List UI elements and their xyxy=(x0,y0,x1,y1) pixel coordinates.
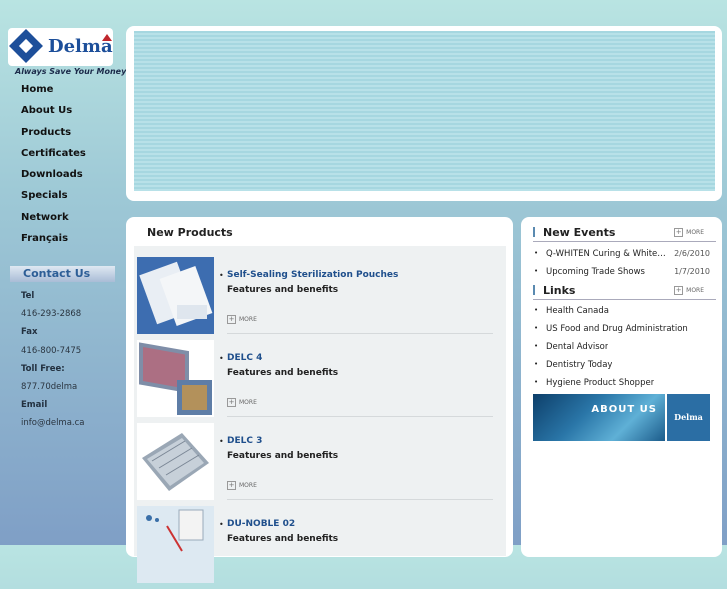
more-label: MORE xyxy=(239,316,257,323)
link-label[interactable]: Dental Advisor xyxy=(546,342,608,352)
tray-icon xyxy=(142,433,209,491)
product-item: • DU-NOBLE 02 Features and benefits xyxy=(134,506,506,589)
product-list: • Self-Sealing Sterilization Pouches Fea… xyxy=(134,246,506,583)
cassette-icon xyxy=(139,342,212,415)
link-item[interactable]: • Dentistry Today xyxy=(533,360,716,378)
contact-info: Tel 416-293-2868 Fax 416-800-7475 Toll F… xyxy=(21,291,85,437)
nav-network[interactable]: Network xyxy=(21,211,86,232)
hero-banner xyxy=(126,26,722,201)
nav-about-us[interactable]: About Us xyxy=(21,104,86,125)
tollfree-label: Toll Free: xyxy=(21,363,65,374)
nav-francais[interactable]: Français xyxy=(21,232,86,253)
bullet-icon: • xyxy=(534,342,539,350)
product-image[interactable] xyxy=(137,340,214,417)
tel-value: 416-293-2868 xyxy=(21,309,82,320)
events-more-button[interactable]: + MORE xyxy=(674,228,704,237)
tel-label: Tel xyxy=(21,291,35,301)
fax-label: Fax xyxy=(21,327,38,338)
main-nav: Home About Us Products Certificates Down… xyxy=(21,83,86,253)
tagline: Always Save Your Money xyxy=(15,67,127,76)
logo[interactable]: Delma xyxy=(8,28,113,66)
event-title[interactable]: Q-WHITEN Curing & Whitening... xyxy=(546,249,666,259)
more-button[interactable]: + MORE xyxy=(227,315,257,324)
bullet-icon: • xyxy=(534,324,539,332)
nav-products[interactable]: Products xyxy=(21,126,86,147)
new-products-title: New Products xyxy=(147,226,233,239)
plus-icon: + xyxy=(227,398,236,407)
more-label: MORE xyxy=(239,399,257,406)
bullet-icon: • xyxy=(534,267,539,275)
section-marker xyxy=(533,227,535,237)
contact-us-header: Contact Us xyxy=(10,266,115,282)
plus-icon: + xyxy=(674,286,684,295)
logo-mark-icon xyxy=(102,34,112,41)
link-label[interactable]: Hygiene Product Shopper xyxy=(546,378,654,388)
links-more-button[interactable]: + MORE xyxy=(674,286,704,295)
product-item: • DELC 4 Features and benefits + MORE xyxy=(134,340,506,423)
about-us-text: ABOUT US xyxy=(591,404,657,415)
link-label[interactable]: Health Canada xyxy=(546,306,609,316)
product-item: • Self-Sealing Sterilization Pouches Fea… xyxy=(134,257,506,340)
bullet-icon: • xyxy=(534,306,539,314)
product-name-link[interactable]: DELC 3 xyxy=(227,436,262,446)
plus-icon: + xyxy=(227,315,236,324)
plus-icon: + xyxy=(674,228,684,237)
bullet-icon: • xyxy=(219,437,224,446)
pouches-icon xyxy=(137,257,214,334)
new-events-header: New Events + MORE xyxy=(533,225,716,242)
product-name-link[interactable]: DELC 4 xyxy=(227,353,262,363)
logo-diamond-icon xyxy=(9,29,43,63)
links-header: Links + MORE xyxy=(533,283,716,300)
more-label: MORE xyxy=(686,287,704,294)
product-description[interactable]: Features and benefits xyxy=(227,368,338,378)
product-image[interactable] xyxy=(137,423,214,500)
more-label: MORE xyxy=(239,482,257,489)
link-label[interactable]: Dentistry Today xyxy=(546,360,612,370)
link-item[interactable]: • US Food and Drug Administration xyxy=(533,324,716,342)
more-label: MORE xyxy=(686,229,704,236)
more-button[interactable]: + MORE xyxy=(227,398,257,407)
nav-downloads[interactable]: Downloads xyxy=(21,168,86,189)
section-marker xyxy=(533,285,535,295)
product-description[interactable]: Features and benefits xyxy=(227,285,338,295)
divider xyxy=(227,333,493,334)
divider xyxy=(227,416,493,417)
nav-specials[interactable]: Specials xyxy=(21,189,86,210)
nav-certificates[interactable]: Certificates xyxy=(21,147,86,168)
plus-icon: + xyxy=(227,481,236,490)
new-events-title: New Events xyxy=(543,226,616,239)
event-date: 2/6/2010 xyxy=(674,249,710,258)
bullet-icon: • xyxy=(534,249,539,257)
event-title[interactable]: Upcoming Trade Shows xyxy=(546,267,645,277)
bullet-icon: • xyxy=(219,520,224,529)
banner-image xyxy=(134,31,715,191)
link-label[interactable]: US Food and Drug Administration xyxy=(546,324,688,334)
fax-value: 416-800-7475 xyxy=(21,345,82,356)
product-image[interactable] xyxy=(137,257,214,334)
email-label: Email xyxy=(21,400,48,411)
link-item[interactable]: • Dental Advisor xyxy=(533,342,716,360)
product-name-link[interactable]: DU-NOBLE 02 xyxy=(227,519,295,529)
product-description[interactable]: Features and benefits xyxy=(227,451,338,461)
new-products-panel: New Products • Self-Sealing Sterilizatio… xyxy=(126,217,513,583)
product-name-link[interactable]: Self-Sealing Sterilization Pouches xyxy=(227,270,398,280)
about-us-banner[interactable]: ABOUT US xyxy=(533,394,665,441)
tollfree-value: 877.70delma xyxy=(21,381,78,392)
event-item[interactable]: • Q-WHITEN Curing & Whitening... 2/6/201… xyxy=(533,249,716,267)
email-link[interactable]: info@delma.ca xyxy=(21,418,85,436)
product-description[interactable]: Features and benefits xyxy=(227,534,338,544)
link-item[interactable]: • Health Canada xyxy=(533,306,716,324)
sidebar-right: New Events + MORE • Q-WHITEN Curing & Wh… xyxy=(521,217,722,557)
product-item: • DELC 3 Features and benefits + MORE xyxy=(134,423,506,506)
about-logo[interactable]: Delma xyxy=(667,394,710,441)
nav-home[interactable]: Home xyxy=(21,83,86,104)
bullet-icon: • xyxy=(534,360,539,368)
event-date: 1/7/2010 xyxy=(674,267,710,276)
bullet-icon: • xyxy=(219,354,224,363)
more-button[interactable]: + MORE xyxy=(227,481,257,490)
divider xyxy=(227,499,493,500)
bullet-icon: • xyxy=(219,271,224,280)
bullet-icon: • xyxy=(534,378,539,386)
links-title: Links xyxy=(543,284,576,297)
